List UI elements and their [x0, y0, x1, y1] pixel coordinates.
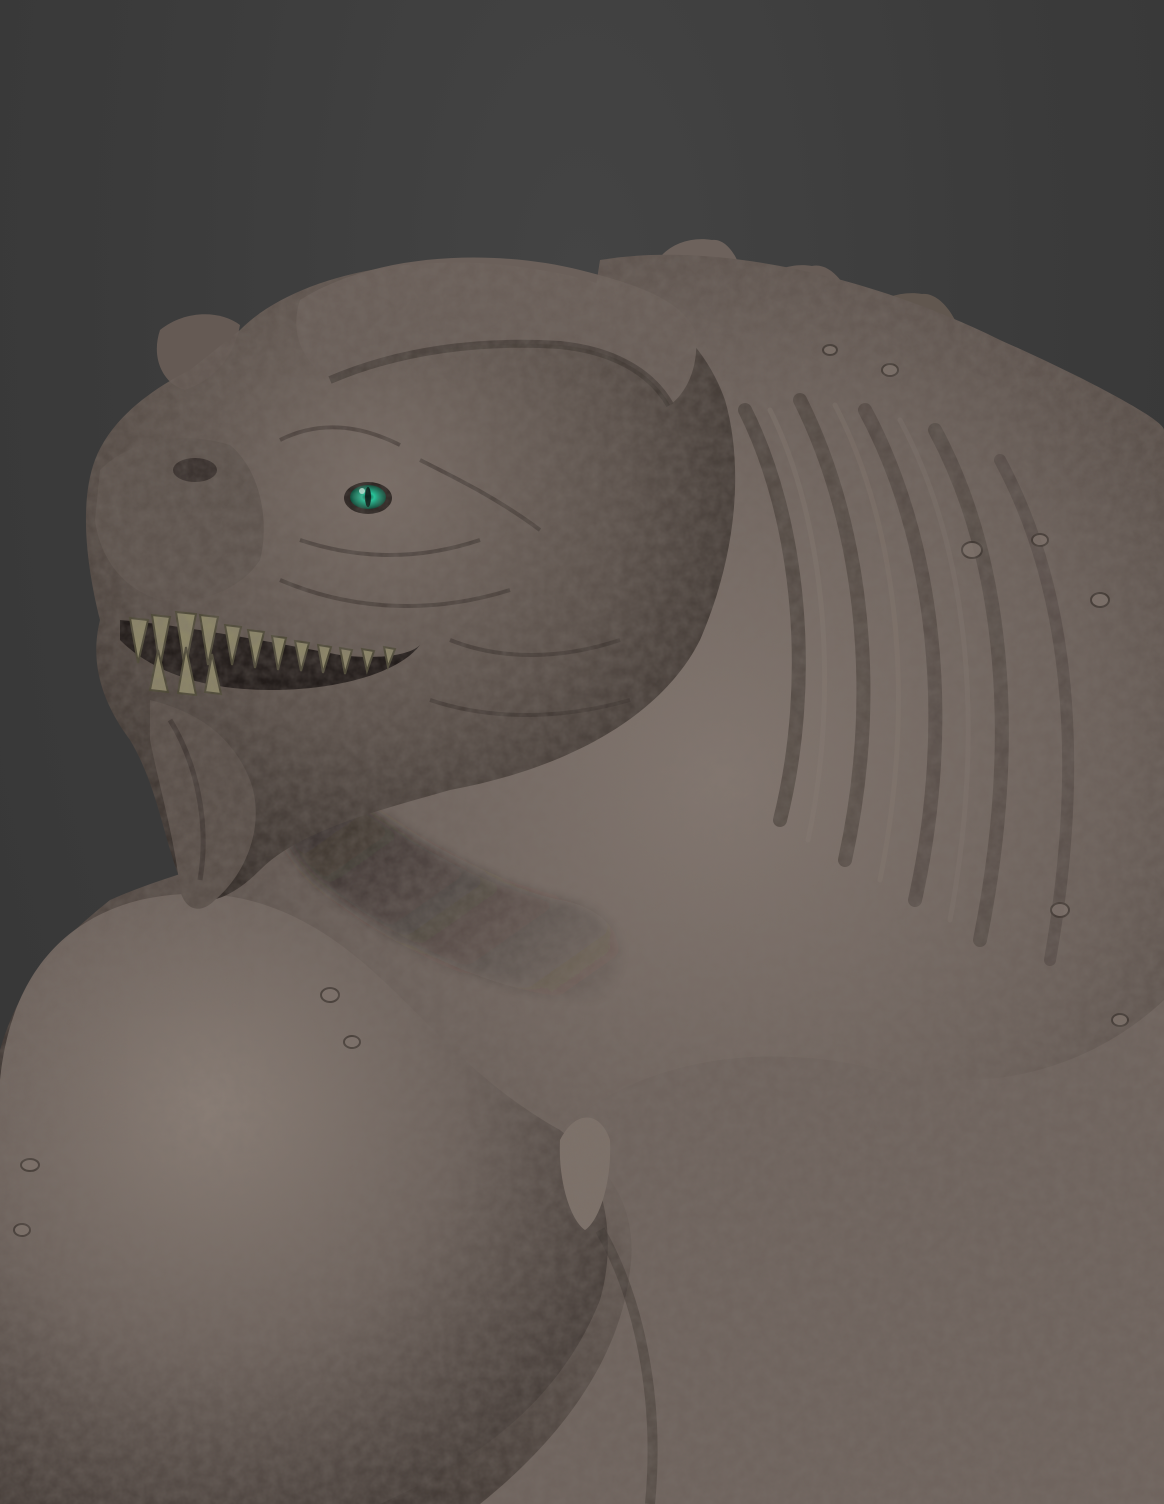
- creature-sculpt-render: [0, 239, 1164, 1504]
- skin-texture: [0, 254, 1164, 1504]
- render-viewport: [0, 0, 1164, 1504]
